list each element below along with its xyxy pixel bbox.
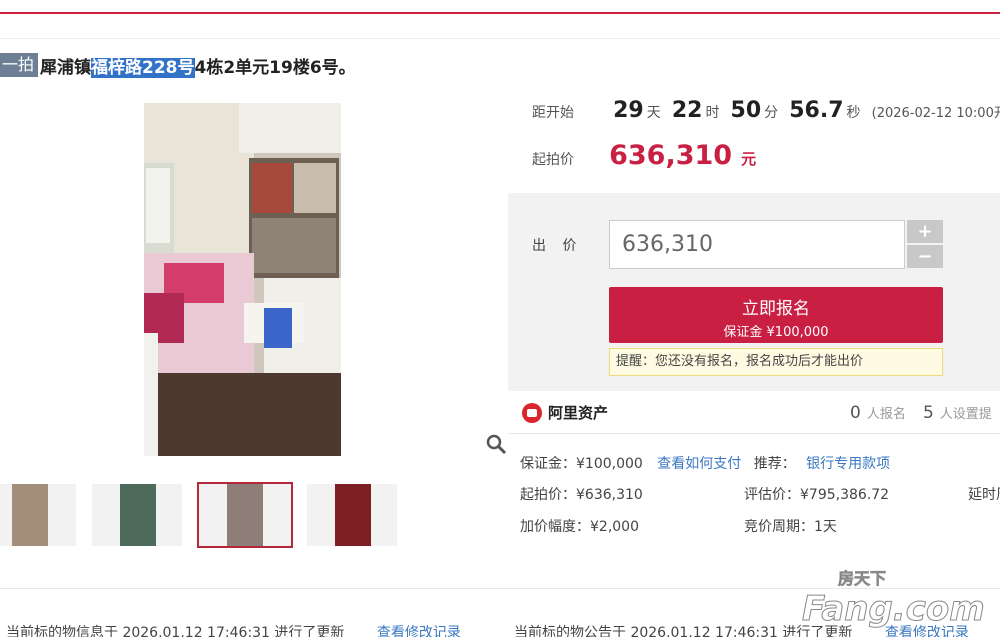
registered-label: 人报名 bbox=[866, 407, 906, 422]
seconds-unit: 秒 bbox=[846, 105, 861, 121]
main-photo[interactable] bbox=[144, 103, 341, 456]
reminder-count: 5 bbox=[922, 403, 934, 423]
info-update-note: 当前标的物信息于 2026.01.12 17:46:31 进行了更新 查看修改记… bbox=[6, 622, 461, 637]
signup-reminder: 提醒：您还没有报名，报名成功后才能出价 bbox=[609, 348, 943, 376]
minutes-unit: 分 bbox=[764, 105, 779, 121]
decrease-bid-button[interactable]: − bbox=[907, 245, 943, 268]
registered-count: 0 bbox=[850, 403, 861, 423]
title-prefix: 犀浦镇 bbox=[40, 58, 91, 78]
auction-round-tag: 一拍 bbox=[0, 53, 39, 77]
page-title: 犀浦镇福梓路228号4栋2单元19楼6号。 bbox=[40, 53, 356, 78]
main-photo-viewer[interactable] bbox=[0, 103, 508, 456]
start-time-note: (2026-02-12 10:00开拍) bbox=[871, 106, 1000, 121]
countdown-label: 距开始 bbox=[532, 105, 574, 121]
info-history-link[interactable]: 查看修改记录 bbox=[377, 625, 461, 637]
start-price: 起拍价 636,310 元 bbox=[532, 140, 756, 171]
reminder-label: 人设置提 bbox=[939, 407, 992, 422]
start-price-info: 起拍价：¥636,310 bbox=[520, 487, 643, 503]
increase-bid-button[interactable]: + bbox=[907, 220, 943, 243]
bid-increment: 加价幅度：¥2,000 bbox=[520, 519, 639, 535]
watermark-top: 房天下 bbox=[838, 569, 886, 588]
platform-row: 阿里资产 0 人报名 5 人设置提 bbox=[508, 391, 1000, 434]
deposit-row: 保证金：¥100,000 查看如何支付 推荐： 银行专用款项 bbox=[520, 453, 890, 473]
participant-counts: 0 人报名 5 人设置提 bbox=[850, 403, 1000, 423]
hours-unit: 时 bbox=[705, 105, 720, 121]
thumbnail-3[interactable] bbox=[197, 482, 293, 548]
platform-name: 阿里资产 bbox=[548, 404, 609, 422]
countdown-hours: 22 bbox=[671, 98, 703, 123]
title-selected-text: 福梓路228号 bbox=[91, 58, 195, 78]
signup-deposit: 保证金 ¥100,000 bbox=[723, 325, 829, 340]
auction-countdown: 距开始 29天 22时 50分 56.7秒 (2026-02-12 10:00开… bbox=[532, 98, 1000, 132]
ali-assets-logo-icon bbox=[522, 402, 542, 423]
countdown-minutes: 50 bbox=[730, 98, 762, 123]
title-row: 一拍 犀浦镇福梓路228号4栋2单元19楼6号。 bbox=[0, 38, 1000, 90]
info-update-text: 当前标的物信息于 2026.01.12 17:46:31 进行了更新 bbox=[6, 625, 345, 637]
countdown-seconds: 56.7 bbox=[789, 98, 844, 123]
top-accent-bar bbox=[0, 0, 1000, 14]
bank-account-link[interactable]: 银行专用款项 bbox=[806, 456, 890, 472]
how-to-pay-link[interactable]: 查看如何支付 bbox=[657, 456, 741, 472]
signup-button[interactable]: 立即报名 保证金 ¥100,000 bbox=[609, 287, 943, 343]
deposit-amount: 保证金：¥100,000 bbox=[520, 456, 643, 472]
bid-stepper: + − bbox=[907, 220, 943, 269]
fang-watermark: 房天下 Fang.com bbox=[800, 566, 996, 632]
bid-label: 出 价 bbox=[532, 238, 583, 254]
bid-amount-input[interactable]: 636,310 bbox=[609, 220, 905, 269]
thumbnail-2[interactable] bbox=[92, 484, 182, 546]
watermark-main: Fang.com bbox=[802, 589, 985, 629]
recommend-label: 推荐： bbox=[753, 456, 796, 472]
start-price-value: 636,310 bbox=[609, 140, 733, 171]
start-price-label: 起拍价 bbox=[532, 152, 574, 168]
bid-panel: 出 价 636,310 + − 立即报名 保证金 ¥100,000 提醒：您还没… bbox=[508, 193, 1000, 391]
countdown-days: 29 bbox=[613, 98, 644, 123]
zoom-icon[interactable] bbox=[485, 433, 507, 455]
thumbnail-4[interactable] bbox=[307, 484, 397, 546]
start-price-unit: 元 bbox=[741, 150, 757, 168]
title-suffix: 4栋2单元19楼6号。 bbox=[194, 58, 356, 78]
bidding-cycle: 竞价周期：1天 bbox=[744, 519, 837, 535]
delay-period: 延时周 bbox=[968, 487, 1000, 503]
platform-brand[interactable]: 阿里资产 bbox=[522, 402, 608, 423]
appraisal-price: 评估价：¥795,386.72 bbox=[744, 487, 890, 503]
signup-label: 立即报名 bbox=[742, 299, 810, 319]
thumbnail-1[interactable] bbox=[0, 484, 76, 546]
days-unit: 天 bbox=[646, 105, 661, 121]
thumbnail-strip bbox=[0, 482, 510, 548]
